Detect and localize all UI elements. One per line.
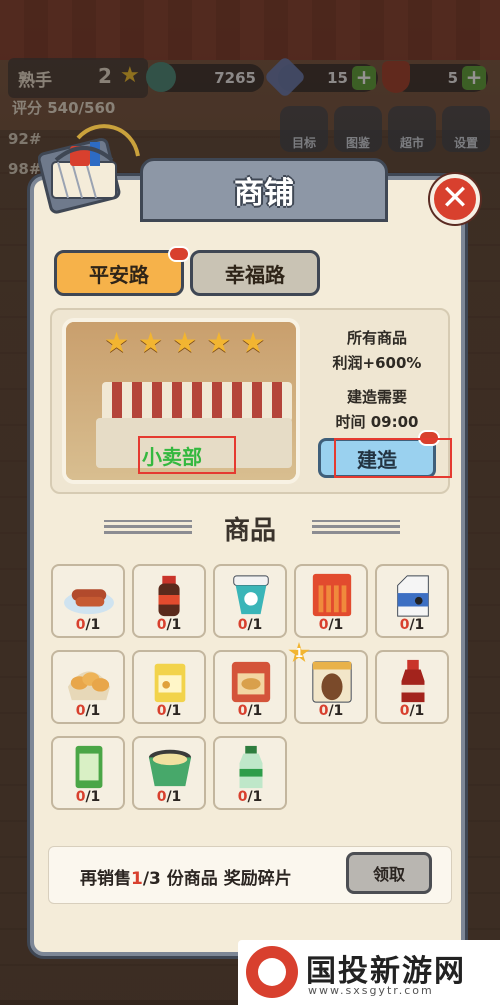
goods-item[interactable]: 0/1	[213, 564, 287, 638]
goods-count: 0/1	[75, 789, 101, 805]
goods-count: 0/1	[318, 703, 344, 719]
star-icon: ★	[206, 326, 232, 359]
goods-item[interactable]: 0/1	[132, 650, 206, 724]
goods-section-title: 商品	[223, 516, 276, 546]
goods-item[interactable]: 0/1	[51, 736, 125, 810]
goods-item[interactable]: 0/1	[213, 736, 287, 810]
goods-item[interactable]: 0/1	[294, 564, 368, 638]
reward-suffix: 份商品 奖励碎片	[160, 869, 292, 889]
basket-icon	[38, 124, 140, 214]
close-button[interactable]: ✕	[430, 174, 480, 224]
info-build-need: 建造需要	[346, 388, 407, 406]
panel-header: 商铺	[140, 150, 388, 222]
reward-total: /3	[142, 869, 161, 889]
claim-button[interactable]: 领取	[346, 852, 432, 894]
chips-bag-icon	[231, 661, 271, 703]
instant-noodle-icon	[148, 749, 192, 787]
notification-dot-icon	[168, 246, 190, 262]
goods-item[interactable]: 0/1	[375, 564, 449, 638]
shop-counter	[102, 382, 292, 422]
info-all-goods: 所有商品	[346, 329, 407, 347]
gum-pack-icon	[75, 745, 103, 789]
build-button-highlight	[334, 438, 452, 478]
goods-count: 0/1	[156, 789, 182, 805]
goods-item[interactable]: 0/1	[51, 650, 125, 724]
goods-item[interactable]: 0/1 1	[288, 642, 368, 724]
goods-item[interactable]: 0/1	[132, 564, 206, 638]
sausage-pack-icon	[312, 573, 352, 617]
goods-count: 0/1	[318, 617, 344, 633]
snack-bag-icon	[154, 663, 186, 703]
goods-count: 0/1	[156, 703, 182, 719]
goods-count: 0/1	[237, 789, 263, 805]
goods-item[interactable]: 0/1	[375, 650, 449, 724]
section-divider-right	[312, 520, 400, 534]
soda-bottle-icon	[401, 659, 425, 703]
star-icon: ★	[172, 326, 198, 359]
tab-xing-fu-road[interactable]: 幸福路	[190, 250, 320, 296]
goods-item[interactable]: 0/1	[51, 564, 125, 638]
tab-ping-an-road[interactable]: 平安路	[54, 250, 184, 296]
bread-bag-icon	[67, 671, 111, 701]
watermark-url: www.sxsgytr.com	[308, 984, 434, 997]
egg-pack-icon	[312, 661, 352, 703]
milk-carton-icon	[397, 575, 429, 617]
info-build-time: 时间 09:00	[335, 413, 419, 431]
reward-progress: 1	[131, 869, 143, 889]
goods-count: 0/1	[156, 617, 182, 633]
sausage-plate-icon	[64, 589, 114, 615]
star-icon: ★	[138, 326, 164, 359]
watermark-logo	[246, 946, 298, 998]
water-bottle-icon	[239, 745, 263, 789]
cola-bottle-icon	[158, 575, 180, 617]
star-icon: ★	[104, 326, 130, 359]
goods-count: 0/1	[75, 703, 101, 719]
shop-star-rating: ★ ★ ★ ★ ★	[104, 326, 266, 359]
reward-text: 再销售1/3 份商品 奖励碎片	[80, 864, 292, 889]
yogurt-cup-icon	[233, 575, 269, 615]
goods-count: 0/1	[75, 617, 101, 633]
panel-title: 商铺	[234, 176, 294, 211]
goods-item[interactable]: 0/1	[132, 736, 206, 810]
goods-count: 0/1	[399, 617, 425, 633]
info-profit: 利润+600%	[332, 354, 422, 372]
goods-count: 0/1	[399, 703, 425, 719]
star-icon: ★	[240, 326, 266, 359]
goods-count: 0/1	[237, 617, 263, 633]
goods-item[interactable]: 0/1	[213, 650, 287, 724]
shop-name: 小卖部	[142, 445, 202, 469]
reward-prefix: 再销售	[80, 869, 131, 889]
goods-count: 0/1	[237, 703, 263, 719]
